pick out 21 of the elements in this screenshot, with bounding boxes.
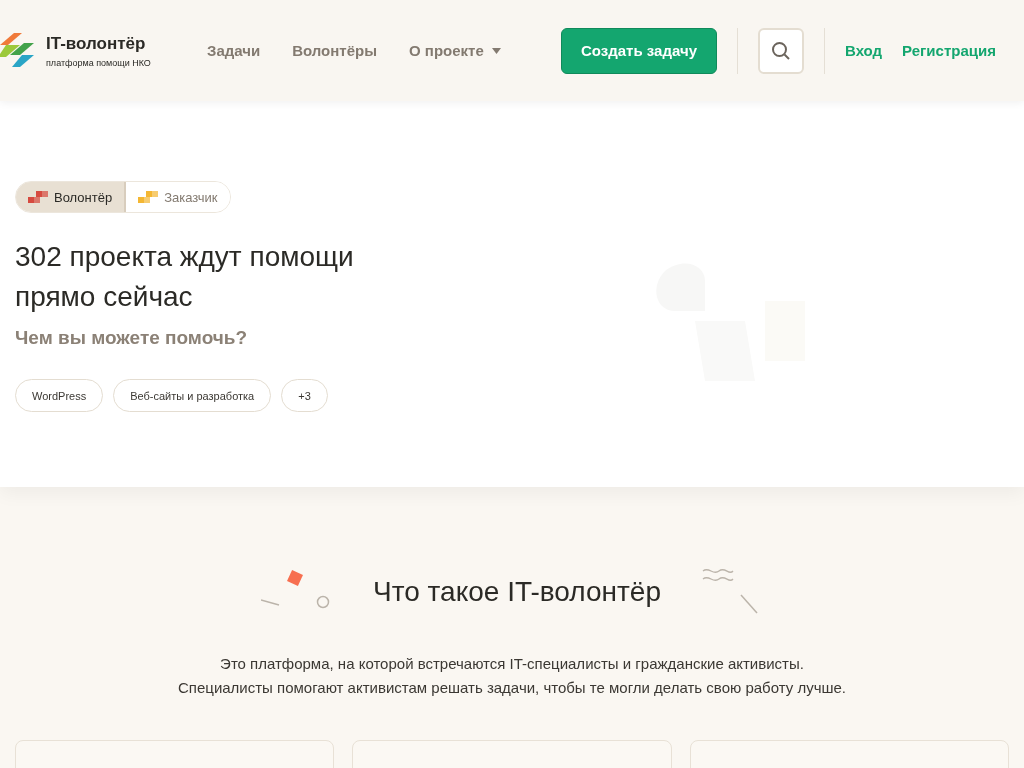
mosaic-icon [138, 189, 159, 205]
logo-title: IT-волонтёр [46, 33, 147, 54]
register-link[interactable]: Регистрация [902, 42, 996, 59]
hero-title: 302 проекта ждут помощи прямо сейчас [15, 240, 355, 314]
logo-subtitle: платформа помощи НКО [46, 57, 151, 68]
tag-chip[interactable]: WordPress [15, 379, 104, 412]
nav-link[interactable]: Волонтёры [292, 42, 377, 59]
login-link[interactable]: Вход [845, 42, 883, 59]
section-title: Что такое IT-волонтёр [373, 576, 661, 608]
role-tab[interactable]: Волонтёр [16, 182, 127, 212]
section-description: Это платформа, на которой встречаются IT-специалисты и гражданские активисты. Специалисты помогают активистам решать задачи, чтобы те могли делать свою работу лучше. [178, 654, 846, 698]
tag-chip[interactable]: Веб-сайты и разработка [113, 379, 272, 412]
logo-icon [0, 32, 36, 69]
search-button[interactable] [758, 27, 804, 74]
mosaic-icon [28, 189, 48, 205]
nav-link[interactable]: Задачи [207, 42, 261, 59]
create-task-button[interactable]: Создать задачу [561, 27, 717, 74]
hero-subtitle: Чем вы можете помочь? [15, 327, 249, 349]
nav-link[interactable]: О проекте [409, 42, 501, 59]
tag-chip[interactable]: +3 [281, 379, 328, 412]
search-icon [771, 40, 791, 61]
